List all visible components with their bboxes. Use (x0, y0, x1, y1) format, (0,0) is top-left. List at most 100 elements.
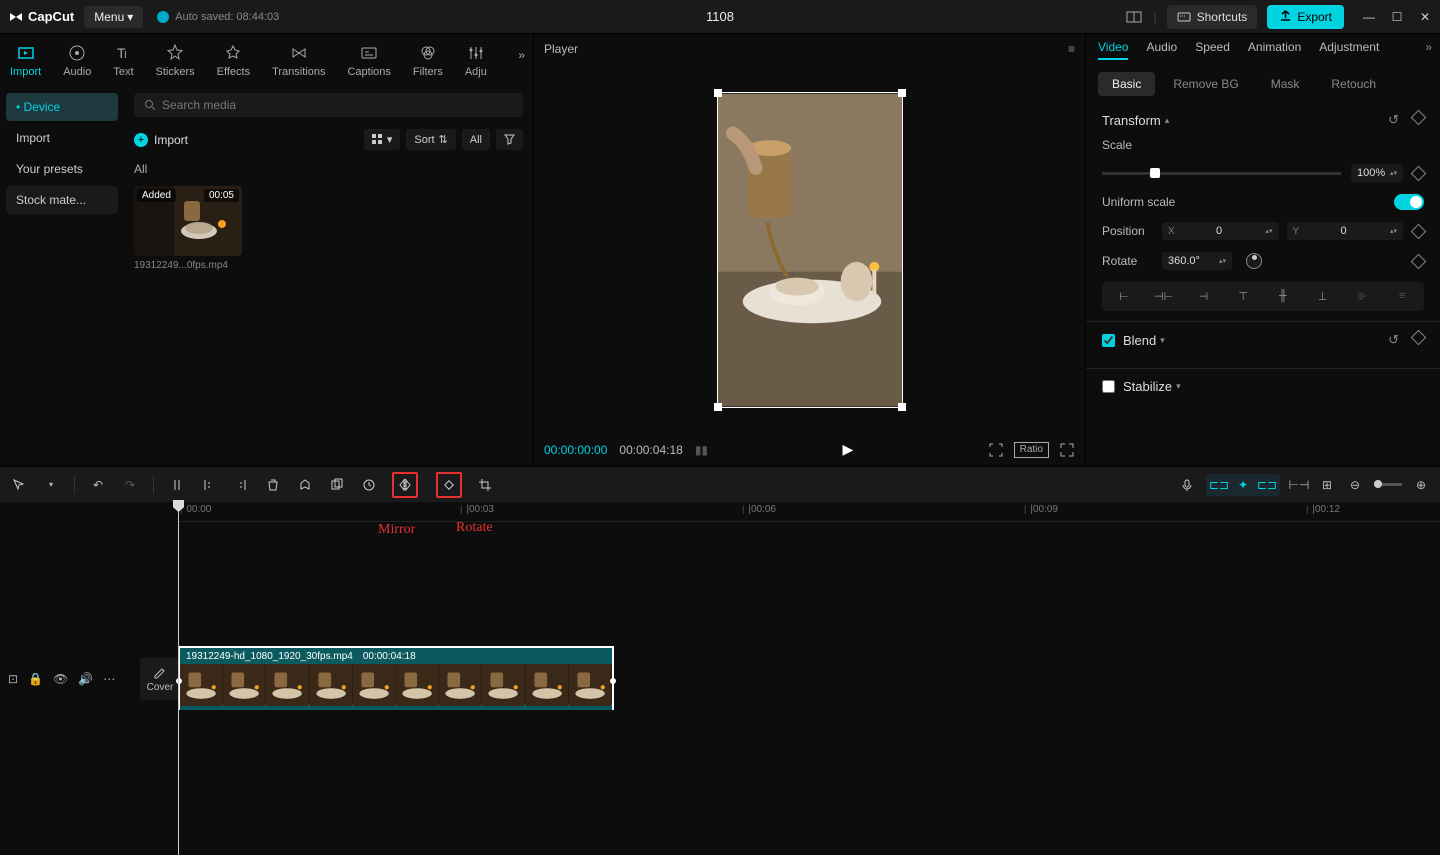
cover-button[interactable]: Cover (140, 658, 180, 700)
fullscreen-icon[interactable] (1059, 442, 1075, 458)
track-mute-icon[interactable]: 🔊 (78, 672, 93, 686)
minimize-button[interactable]: ― (1362, 10, 1376, 24)
align-hcenter[interactable]: ⊣⊢ (1146, 286, 1182, 307)
select-tool[interactable] (10, 476, 28, 494)
zoom-out-button[interactable]: ⊖ (1346, 476, 1364, 494)
ratio-button[interactable]: Ratio (1014, 442, 1049, 458)
sub-basic[interactable]: Basic (1098, 72, 1155, 96)
marker-button[interactable] (296, 476, 314, 494)
player-menu-icon[interactable]: ≡ (1068, 42, 1075, 56)
clip-handle-right[interactable] (610, 678, 616, 684)
align-top[interactable]: ⊤ (1225, 286, 1261, 307)
menu-button[interactable]: Menu▾ (84, 6, 143, 28)
sub-removebg[interactable]: Remove BG (1159, 72, 1252, 96)
transform-section[interactable]: Transform▴ ↺ (1102, 112, 1424, 128)
keyframe-icon[interactable] (1411, 110, 1427, 126)
align-right[interactable]: ⊣ (1186, 286, 1222, 307)
play-button[interactable]: ▶ (842, 441, 853, 458)
split-right-button[interactable] (232, 476, 250, 494)
search-input[interactable]: Search media (134, 93, 523, 117)
tab-import[interactable]: Import (10, 40, 41, 81)
filter-all-button[interactable]: All (462, 129, 490, 150)
export-button[interactable]: Export (1267, 5, 1344, 29)
tab-transitions[interactable]: Transitions (272, 40, 325, 81)
align-clip-button[interactable]: ⊢⊣ (1290, 476, 1308, 494)
compare-icon[interactable]: ▮▮ (695, 443, 708, 457)
tabs-overflow-icon[interactable]: » (518, 48, 525, 62)
track-more-icon[interactable]: ⋯ (103, 672, 115, 686)
scan-icon[interactable] (988, 442, 1004, 458)
timeline-ruler[interactable]: 00:00 |00:03 |00:06 |00:09 |00:12 (178, 502, 1440, 522)
shortcuts-button[interactable]: Shortcuts (1167, 5, 1258, 29)
reset-icon[interactable]: ↺ (1388, 112, 1399, 128)
maximize-button[interactable]: ☐ (1390, 10, 1404, 24)
mic-button[interactable] (1178, 476, 1196, 494)
nav-stock[interactable]: Stock mate... (6, 186, 118, 214)
rp-tab-video[interactable]: Video (1098, 40, 1128, 60)
expand-button[interactable]: ⊞ (1318, 476, 1336, 494)
blend-reset-icon[interactable]: ↺ (1388, 332, 1399, 348)
media-thumbnail[interactable]: Added 00:05 19312249...0fps.mp4 (134, 186, 242, 271)
position-y-input[interactable]: Y0▴▾ (1287, 222, 1404, 240)
select-dropdown[interactable]: ▾ (42, 476, 60, 494)
align-left[interactable]: ⊢ (1106, 286, 1142, 307)
rotate-input[interactable]: 360.0°▴▾ (1162, 252, 1232, 270)
video-frame[interactable] (717, 92, 903, 408)
tab-effects[interactable]: Effects (217, 40, 250, 81)
close-button[interactable]: ✕ (1418, 10, 1432, 24)
rp-tab-animation[interactable]: Animation (1248, 40, 1301, 60)
tab-text[interactable]: TIText (113, 40, 133, 81)
align-vcenter[interactable]: ╫ (1265, 286, 1301, 307)
sub-mask[interactable]: Mask (1257, 72, 1314, 96)
tab-filters[interactable]: Filters (413, 40, 443, 81)
copy-button[interactable] (328, 476, 346, 494)
layout-icon[interactable] (1125, 8, 1143, 26)
position-x-input[interactable]: X0▴▾ (1162, 222, 1279, 240)
zoom-slider[interactable] (1374, 483, 1402, 486)
rotate-tool-button[interactable] (440, 476, 458, 494)
zoom-in-button[interactable]: ⊕ (1412, 476, 1430, 494)
split-left-button[interactable] (200, 476, 218, 494)
timeline[interactable]: 00:00 |00:03 |00:06 |00:09 |00:12 Mirror… (0, 502, 1440, 855)
filter-button[interactable] (496, 129, 523, 150)
tab-audio[interactable]: Audio (63, 40, 91, 81)
preview-button[interactable]: ⊏⊐ (1258, 476, 1276, 494)
magnet-button[interactable]: ⊏⊐ (1210, 476, 1228, 494)
track-lock-icon[interactable]: 🔒 (28, 672, 43, 686)
delete-button[interactable] (264, 476, 282, 494)
rp-tab-speed[interactable]: Speed (1195, 40, 1230, 60)
align-bottom[interactable]: ⊥ (1305, 286, 1341, 307)
view-grid-button[interactable]: ▾ (364, 129, 401, 150)
player-canvas[interactable] (544, 62, 1075, 437)
nav-presets[interactable]: Your presets (6, 155, 118, 183)
stabilize-checkbox[interactable] (1102, 380, 1115, 393)
redo-button[interactable]: ↷ (121, 476, 139, 494)
rotate-dial[interactable] (1246, 253, 1262, 269)
uniform-toggle[interactable] (1394, 194, 1424, 210)
rotate-keyframe[interactable] (1411, 253, 1427, 269)
clip-handle-left[interactable] (176, 678, 182, 684)
tabs-scroll-icon[interactable]: » (1425, 40, 1432, 54)
nav-device[interactable]: Device (6, 93, 118, 121)
position-keyframe[interactable] (1411, 223, 1427, 239)
stabilize-section[interactable]: Stabilize▾ (1102, 379, 1424, 394)
tab-stickers[interactable]: Stickers (156, 40, 195, 81)
reverse-button[interactable] (360, 476, 378, 494)
scale-keyframe[interactable] (1411, 165, 1427, 181)
sort-button[interactable]: Sort ⇅ (406, 129, 455, 150)
scale-slider[interactable] (1102, 172, 1341, 175)
import-button[interactable]: +Import (134, 133, 188, 147)
video-clip[interactable]: 19312249-hd_1080_1920_30fps.mp4 00:00:04… (178, 646, 614, 710)
blend-checkbox[interactable] (1102, 334, 1115, 347)
blend-section[interactable]: Blend▾ ↺ (1102, 332, 1424, 348)
rp-tab-adjustment[interactable]: Adjustment (1319, 40, 1379, 60)
crop-button[interactable] (476, 476, 494, 494)
nav-import[interactable]: Import (6, 124, 118, 152)
track-eye-icon[interactable]: 👁 (53, 672, 68, 686)
tab-adjustment[interactable]: Adju (465, 40, 487, 81)
mirror-button[interactable] (396, 476, 414, 494)
blend-keyframe-icon[interactable] (1411, 330, 1427, 346)
undo-button[interactable]: ↶ (89, 476, 107, 494)
sub-retouch[interactable]: Retouch (1317, 72, 1390, 96)
scale-input[interactable]: 100%▴▾ (1351, 164, 1403, 182)
